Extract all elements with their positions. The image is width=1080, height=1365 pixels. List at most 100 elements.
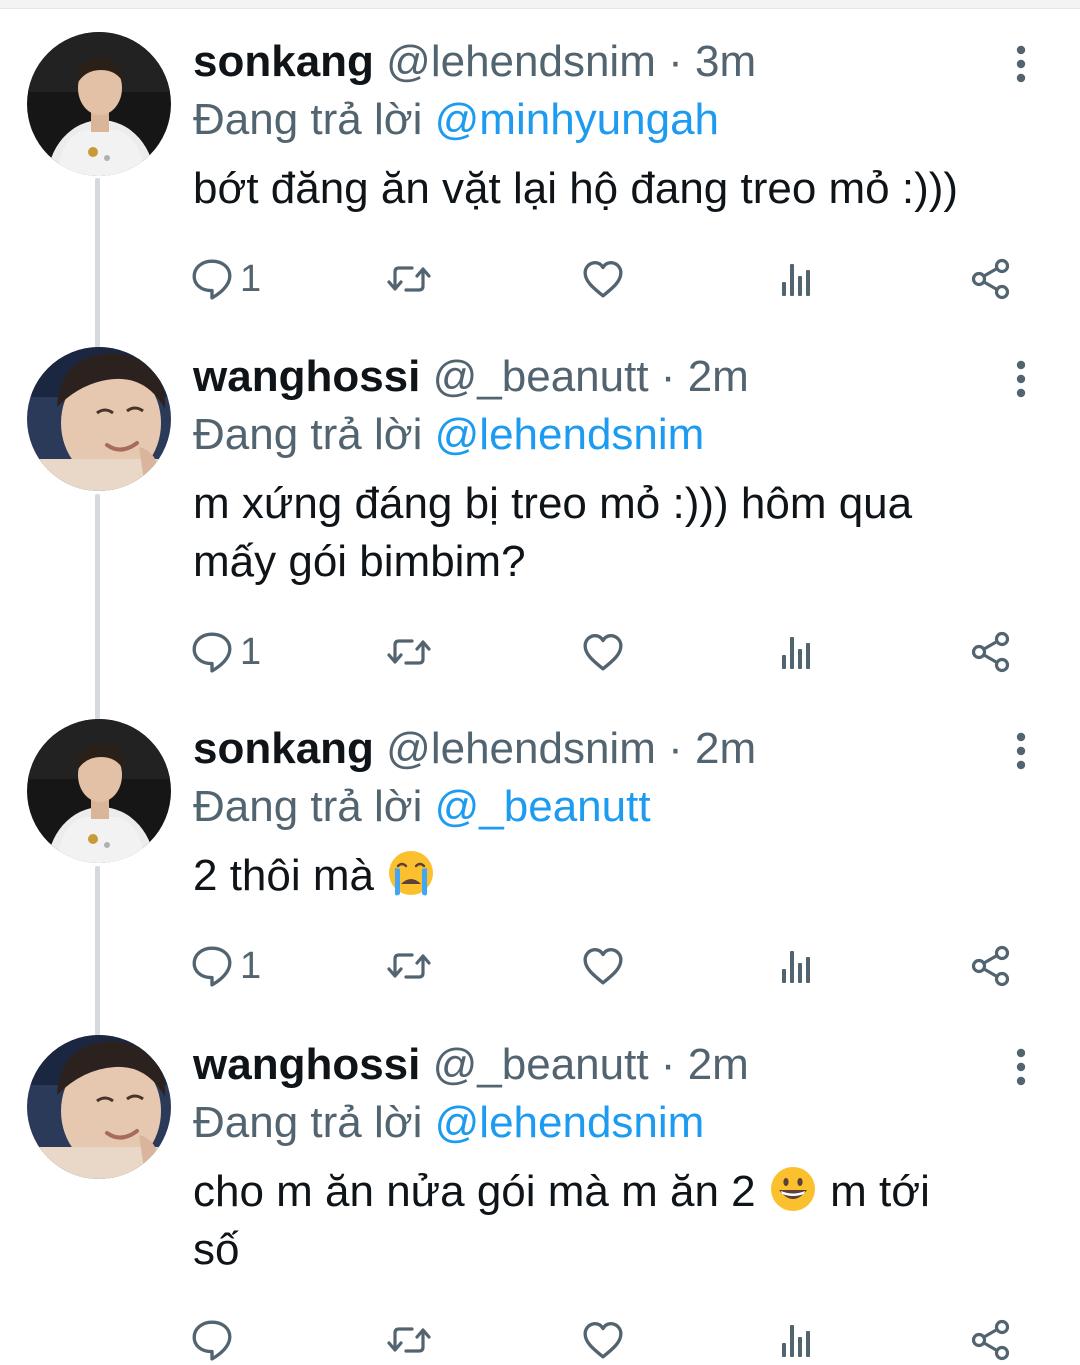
reply-bubble-icon (192, 632, 232, 673)
tweet-actions: 1 (190, 941, 1030, 991)
share-icon (971, 631, 1010, 673)
reply-count: 1 (240, 631, 262, 673)
tweet-text-line: m tới (830, 1167, 930, 1216)
tweet[interactable]: sonkang @lehendsnim · 3m Đang trả lời @m… (0, 32, 1080, 342)
retweet-icon (387, 953, 431, 979)
display-name[interactable]: sonkang (193, 37, 374, 86)
more-vertical-icon (1016, 360, 1026, 398)
share-icon (971, 945, 1010, 987)
user-handle[interactable]: @lehendsnim (386, 724, 656, 773)
reply-bubble-icon (192, 1320, 232, 1361)
user-handle[interactable]: @lehendsnim (386, 37, 656, 86)
reply-button[interactable]: 1 (190, 254, 261, 304)
timestamp[interactable]: 2m (688, 1040, 749, 1089)
tweet-text: bớt đăng ăn vặt lại hộ đang treo mỏ :))) (193, 160, 1033, 218)
retweet-icon (387, 266, 431, 292)
mention-link[interactable]: @_beanutt (435, 782, 651, 831)
smiling-face-avatar-icon (27, 1035, 171, 1179)
analytics-bars-icon (782, 637, 810, 669)
analytics-bars-icon (782, 264, 810, 296)
more-vertical-icon (1016, 45, 1026, 83)
mention-link[interactable]: @lehendsnim (435, 410, 705, 459)
user-handle[interactable]: @_beanutt (433, 1040, 649, 1089)
heart-icon (583, 1322, 623, 1359)
user-handle[interactable]: @_beanutt (433, 352, 649, 401)
reply-count: 1 (240, 945, 262, 987)
timestamp[interactable]: 2m (688, 352, 749, 401)
tweet-actions: 1 (190, 254, 1030, 304)
replying-to: Đang trả lời @_beanutt (193, 777, 651, 837)
reply-count: 1 (240, 258, 262, 300)
tweet-header: wanghossi @_beanutt · 2m (193, 347, 749, 407)
analytics-button[interactable] (778, 254, 814, 304)
retweet-icon (387, 639, 431, 665)
share-icon (971, 258, 1010, 300)
analytics-button[interactable] (778, 627, 814, 677)
reply-button[interactable]: 1 (190, 941, 261, 991)
tweet-header: sonkang @lehendsnim · 3m (193, 32, 756, 92)
like-button[interactable] (582, 627, 624, 677)
retweet-button[interactable] (386, 941, 432, 991)
more-menu-button[interactable] (1006, 731, 1036, 771)
share-button[interactable] (970, 627, 1010, 677)
person-white-shirt-avatar-icon (27, 32, 171, 176)
reply-bubble-icon (192, 259, 232, 300)
share-button[interactable] (970, 254, 1010, 304)
analytics-button[interactable] (778, 941, 814, 991)
share-icon (971, 1319, 1010, 1361)
tweet-text: m xứng đáng bị treo mỏ :))) hôm qua mấy … (193, 475, 1033, 591)
reply-button[interactable]: 1 (190, 627, 261, 677)
more-vertical-icon (1016, 1048, 1026, 1086)
replying-to: Đang trả lời @minhyungah (193, 90, 719, 150)
reply-bubble-icon (192, 946, 232, 987)
mention-link[interactable]: @minhyungah (435, 95, 719, 144)
tweet-text-line: bớt đăng ăn vặt lại hộ đang treo mỏ :))) (193, 164, 959, 213)
tweet-text-line: cho m ăn nửa gói mà m ăn 2 (193, 1167, 756, 1216)
tweet[interactable]: wanghossi @_beanutt · 2m Đang trả lời @l… (0, 347, 1080, 707)
avatar[interactable] (27, 347, 171, 491)
display-name[interactable]: wanghossi (193, 1040, 420, 1089)
retweet-button[interactable] (386, 254, 432, 304)
mention-link[interactable]: @lehendsnim (435, 1098, 705, 1147)
tweet-header: sonkang @lehendsnim · 2m (193, 719, 756, 779)
heart-icon (583, 261, 623, 298)
tweet-header: wanghossi @_beanutt · 2m (193, 1035, 749, 1095)
tweet-text: cho m ăn nửa gói mà m ăn 2 m tới số (193, 1163, 1033, 1279)
separator-dot: · (660, 1040, 676, 1089)
retweet-button[interactable] (386, 627, 432, 677)
avatar[interactable] (27, 719, 171, 863)
avatar[interactable] (27, 32, 171, 176)
analytics-bars-icon (782, 951, 810, 983)
separator-dot: · (668, 37, 683, 86)
replying-to-label: Đang trả lời (193, 1098, 423, 1147)
loudly-crying-face-emoji-icon (388, 849, 435, 897)
display-name[interactable]: wanghossi (193, 352, 420, 401)
like-button[interactable] (582, 941, 624, 991)
replying-to: Đang trả lời @lehendsnim (193, 405, 704, 465)
share-button[interactable] (970, 941, 1010, 991)
top-edge-divider (0, 0, 1080, 9)
tweet-text-line: mấy gói bimbim? (193, 537, 526, 586)
retweet-icon (387, 1327, 431, 1353)
tweet-text: 2 thôi mà (193, 847, 1033, 905)
tweet-text-line: số (193, 1225, 240, 1274)
more-menu-button[interactable] (1006, 1047, 1036, 1087)
person-white-shirt-avatar-icon (27, 719, 171, 863)
separator-dot: · (660, 352, 676, 401)
more-menu-button[interactable] (1006, 359, 1036, 399)
heart-icon (583, 634, 623, 671)
tweet[interactable]: wanghossi @_beanutt · 2m Đang trả lời @l… (0, 1035, 1080, 1361)
tweet[interactable]: sonkang @lehendsnim · 2m Đang trả lời @_… (0, 719, 1080, 1019)
replying-to-label: Đang trả lời (193, 95, 423, 144)
avatar[interactable] (27, 1035, 171, 1179)
display-name[interactable]: sonkang (193, 724, 374, 773)
more-menu-button[interactable] (1006, 44, 1036, 84)
separator-dot: · (668, 724, 683, 773)
like-button[interactable] (582, 254, 624, 304)
replying-to: Đang trả lời @lehendsnim (193, 1093, 704, 1153)
timestamp[interactable]: 2m (695, 724, 756, 773)
tweet-text-line: 2 thôi mà (193, 851, 374, 900)
grinning-face-emoji-icon (770, 1167, 815, 1211)
more-vertical-icon (1016, 732, 1026, 770)
timestamp[interactable]: 3m (695, 37, 756, 86)
